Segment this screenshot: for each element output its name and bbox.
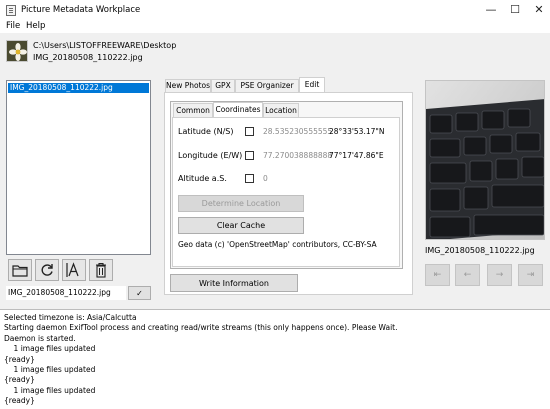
log-line: Selected timezone is: Asia/Calcutta <box>4 313 137 322</box>
first-arrow-icon: ⇤ <box>433 270 442 280</box>
log-line: {ready} <box>4 375 35 385</box>
log-line: 1 image files updated <box>4 385 96 395</box>
delete-icon <box>96 262 106 278</box>
log-line: 1 image files updated <box>4 344 96 354</box>
check-icon: ✓ <box>136 288 143 298</box>
refresh-button[interactable] <box>35 259 59 281</box>
latitude-dms: 28°33'53.17"N <box>329 127 385 136</box>
latitude-checkbox[interactable] <box>245 127 254 136</box>
log-line: {ready} <box>4 354 35 364</box>
refresh-icon <box>41 264 53 276</box>
tab-edit[interactable]: Edit <box>299 77 325 92</box>
log-output[interactable]: Selected timezone is: Asia/Calcutta Star… <box>0 309 550 409</box>
maximize-button[interactable]: ☐ <box>503 0 527 19</box>
longitude-decimal: 77.270038888888 <box>263 151 333 160</box>
last-arrow-icon: ⇥ <box>526 270 535 280</box>
altitude-checkbox[interactable] <box>245 174 254 183</box>
close-icon: ✕ <box>534 3 544 16</box>
log-line: Daemon is started. <box>4 333 76 343</box>
preview-caption: IMG_20180508_110222.jpg <box>425 246 535 255</box>
tab-gpx[interactable]: GPX <box>211 79 235 92</box>
longitude-label: Longitude (E/W) <box>178 151 243 160</box>
filename-field[interactable]: IMG_20180508_110222.jpg <box>6 286 126 300</box>
right-arrow-icon: → <box>495 270 504 280</box>
altitude-label: Altitude a.S. <box>178 174 227 183</box>
longitude-dms: 77°17'47.86"E <box>329 151 384 160</box>
app-icon <box>6 5 16 16</box>
menu-bar <box>0 19 550 33</box>
tab-location[interactable]: Location <box>263 103 299 117</box>
tab-new-photos[interactable]: New Photos <box>165 79 211 92</box>
log-line: {ready} <box>4 396 35 406</box>
menu-file[interactable]: File <box>6 21 20 31</box>
log-line: 1 image files updated <box>4 365 96 375</box>
rename-icon <box>66 262 79 277</box>
window-title: Picture Metadata Workplace <box>21 5 141 15</box>
menu-help[interactable]: Help <box>26 21 45 31</box>
file-name: IMG_20180508_110222.jpg <box>33 53 143 62</box>
minimize-icon: — <box>485 3 497 16</box>
log-line: Starting daemon ExifTool process and cre… <box>4 323 398 333</box>
last-image-button[interactable]: ⇥ <box>518 264 543 286</box>
maximize-icon: ☐ <box>510 3 520 16</box>
tab-common[interactable]: Common <box>173 103 213 117</box>
photo-preview <box>425 80 545 240</box>
longitude-checkbox[interactable] <box>245 151 254 160</box>
next-image-button[interactable]: → <box>487 264 512 286</box>
file-list-item[interactable]: IMG_20180508_110222.jpg <box>8 83 149 93</box>
flower-thumbnail-icon <box>6 40 28 62</box>
geo-data-attribution: Geo data (c) 'OpenStreetMap' contributor… <box>178 240 377 249</box>
latitude-label: Latitude (N/S) <box>178 127 234 136</box>
open-folder-icon <box>12 265 28 277</box>
confirm-rename-button[interactable]: ✓ <box>128 286 151 300</box>
write-information-button[interactable]: Write Information <box>170 274 298 292</box>
latitude-decimal: 28.535230555555 <box>263 127 333 136</box>
file-list[interactable]: IMG_20180508_110222.jpg <box>6 80 151 255</box>
altitude-value: 0 <box>263 174 268 183</box>
determine-location-button[interactable]: Determine Location <box>178 195 304 212</box>
first-image-button[interactable]: ⇤ <box>425 264 450 286</box>
tab-pse-organizer[interactable]: PSE Organizer <box>235 79 299 92</box>
delete-button[interactable] <box>89 259 113 281</box>
rename-button[interactable] <box>62 259 86 281</box>
close-button[interactable]: ✕ <box>527 0 550 19</box>
file-path: C:\Users\LISTOFFREEWARE\Desktop <box>33 41 177 50</box>
left-arrow-icon: ← <box>463 270 472 280</box>
open-folder-button[interactable] <box>8 259 32 281</box>
previous-image-button[interactable]: ← <box>455 264 480 286</box>
tab-coordinates[interactable]: Coordinates <box>213 102 263 117</box>
minimize-button[interactable]: — <box>479 0 503 19</box>
clear-cache-button[interactable]: Clear Cache <box>178 217 304 234</box>
